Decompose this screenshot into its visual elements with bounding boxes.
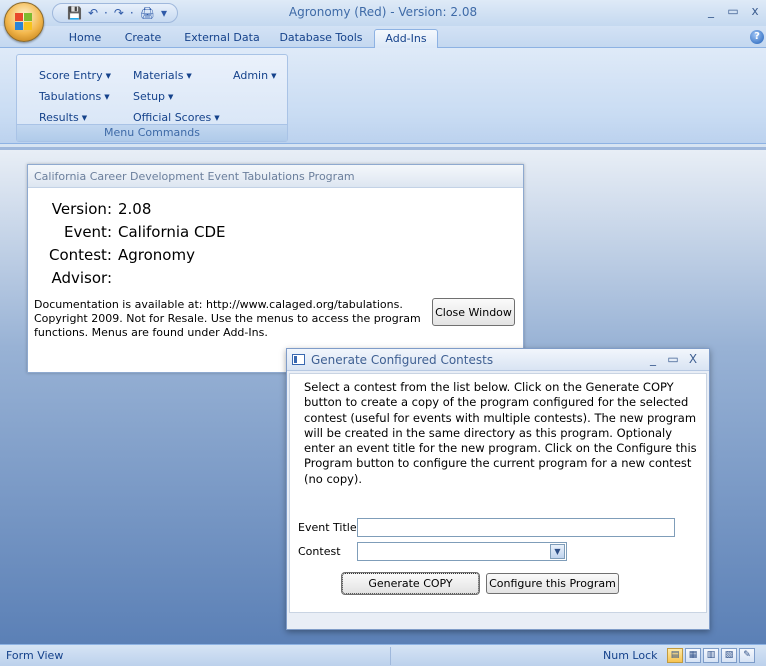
setup-menu[interactable]: Setup ▼ <box>133 90 173 103</box>
chevron-down-icon[interactable]: ▼ <box>550 544 565 559</box>
event-value: California CDE <box>118 223 226 241</box>
contest-label: Contest: <box>48 246 112 264</box>
tab-create[interactable]: Create <box>118 29 168 48</box>
tab-add-ins[interactable]: Add-Ins <box>374 29 438 48</box>
advisor-label: Advisor: <box>51 269 112 287</box>
datasheet-view-icon[interactable]: ▦ <box>685 648 701 663</box>
contest-select[interactable]: ▼ <box>357 542 567 561</box>
tab-external-data[interactable]: External Data <box>180 29 264 48</box>
event-title-label: Event Title <box>298 521 357 534</box>
version-row: Version: 2.08 <box>28 200 388 220</box>
dialog-title-bar: Generate Configured Contests _ ▭ X <box>287 349 709 371</box>
tabulations-label: Tabulations <box>39 90 102 103</box>
contest-label: Contest <box>298 545 341 558</box>
status-view-text: Form View <box>6 649 64 662</box>
window-controls: _ ▭ x <box>700 4 766 18</box>
ribbon: Score Entry ▼ Materials ▼ Admin ▼ Tabulatio… <box>0 48 766 144</box>
materials-menu[interactable]: Materials ▼ <box>133 69 192 82</box>
close-icon[interactable]: X <box>683 352 703 366</box>
minimize-icon[interactable]: _ <box>643 352 663 366</box>
generate-contests-dialog: Generate Configured Contests _ ▭ X Selec… <box>286 348 710 630</box>
menu-commands-group: Score Entry ▼ Materials ▼ Admin ▼ Tabulatio… <box>16 54 288 142</box>
version-value: 2.08 <box>118 200 152 218</box>
version-label: Version: <box>51 200 112 218</box>
restore-icon[interactable]: ▭ <box>722 4 744 18</box>
main-form-window: California Career Development Event Tabu… <box>27 164 524 373</box>
configure-program-button[interactable]: Configure this Program <box>486 573 619 594</box>
dialog-title: Generate Configured Contests <box>311 353 494 367</box>
score-entry-menu[interactable]: Score Entry ▼ <box>39 69 111 82</box>
dialog-controls: _ ▭ X <box>643 352 703 366</box>
minimize-icon[interactable]: _ <box>700 4 722 18</box>
office-logo-icon <box>15 13 33 31</box>
chevron-down-icon: ▼ <box>105 72 111 80</box>
chevron-down-icon: ▼ <box>81 114 88 122</box>
admin-label: Admin <box>233 69 269 82</box>
contest-row: Contest: Agronomy <box>28 246 388 266</box>
chevron-down-icon: ▼ <box>214 114 220 122</box>
generate-copy-button[interactable]: Generate COPY <box>341 572 480 595</box>
event-label: Event: <box>63 223 112 241</box>
pivot-chart-view-icon[interactable]: ▧ <box>721 648 737 663</box>
close-icon[interactable]: x <box>744 4 766 18</box>
office-button[interactable] <box>4 2 44 42</box>
chevron-down-icon: ▼ <box>186 72 192 80</box>
tab-home[interactable]: Home <box>56 29 114 48</box>
tab-database-tools[interactable]: Database Tools <box>274 29 368 48</box>
status-divider <box>390 647 391 665</box>
results-label: Results <box>39 111 79 124</box>
numlock-indicator: Num Lock <box>603 649 658 662</box>
chevron-down-icon: ▼ <box>271 72 277 80</box>
ribbon-tabs: Home Create External Data Database Tools… <box>0 26 766 48</box>
admin-menu[interactable]: Admin ▼ <box>233 69 276 82</box>
chevron-down-icon: ▼ <box>168 93 174 101</box>
tabulations-menu[interactable]: Tabulations ▼ <box>39 90 110 103</box>
restore-icon[interactable]: ▭ <box>663 352 683 366</box>
setup-label: Setup <box>133 90 166 103</box>
form-icon <box>292 354 305 365</box>
group-label: Menu Commands <box>17 124 287 141</box>
instructions-text: Select a contest from the list below. Cl… <box>304 380 697 486</box>
chevron-down-icon: ▼ <box>104 93 110 101</box>
main-form-title: California Career Development Event Tabu… <box>28 165 523 188</box>
results-menu[interactable]: Results ▼ <box>39 111 87 124</box>
contest-value: Agronomy <box>118 246 195 264</box>
status-bar: Form View Num Lock ▤ ▦ ▥ ▧ ✎ <box>0 644 766 666</box>
title-bar: 💾 ↶ · ↷ · 🖨 ▾ Agronomy (Red) - Version: … <box>0 0 766 26</box>
close-window-button[interactable]: Close Window <box>432 298 515 326</box>
view-switcher: ▤ ▦ ▥ ▧ ✎ <box>667 648 755 663</box>
event-title-input[interactable] <box>357 518 675 537</box>
window-title: Agronomy (Red) - Version: 2.08 <box>288 5 478 19</box>
documentation-text: Documentation is available at: http://ww… <box>34 298 421 339</box>
pivot-table-view-icon[interactable]: ▥ <box>703 648 719 663</box>
dialog-body: Select a contest from the list below. Cl… <box>289 373 707 613</box>
event-row: Event: California CDE <box>28 223 388 243</box>
form-view-icon[interactable]: ▤ <box>667 648 683 663</box>
advisor-row: Advisor: <box>28 269 388 289</box>
official-scores-menu[interactable]: Official Scores ▼ <box>133 111 220 124</box>
score-entry-label: Score Entry <box>39 69 103 82</box>
help-icon[interactable]: ? <box>750 30 764 44</box>
official-scores-label: Official Scores <box>133 111 212 124</box>
materials-label: Materials <box>133 69 184 82</box>
design-view-icon[interactable]: ✎ <box>739 648 755 663</box>
